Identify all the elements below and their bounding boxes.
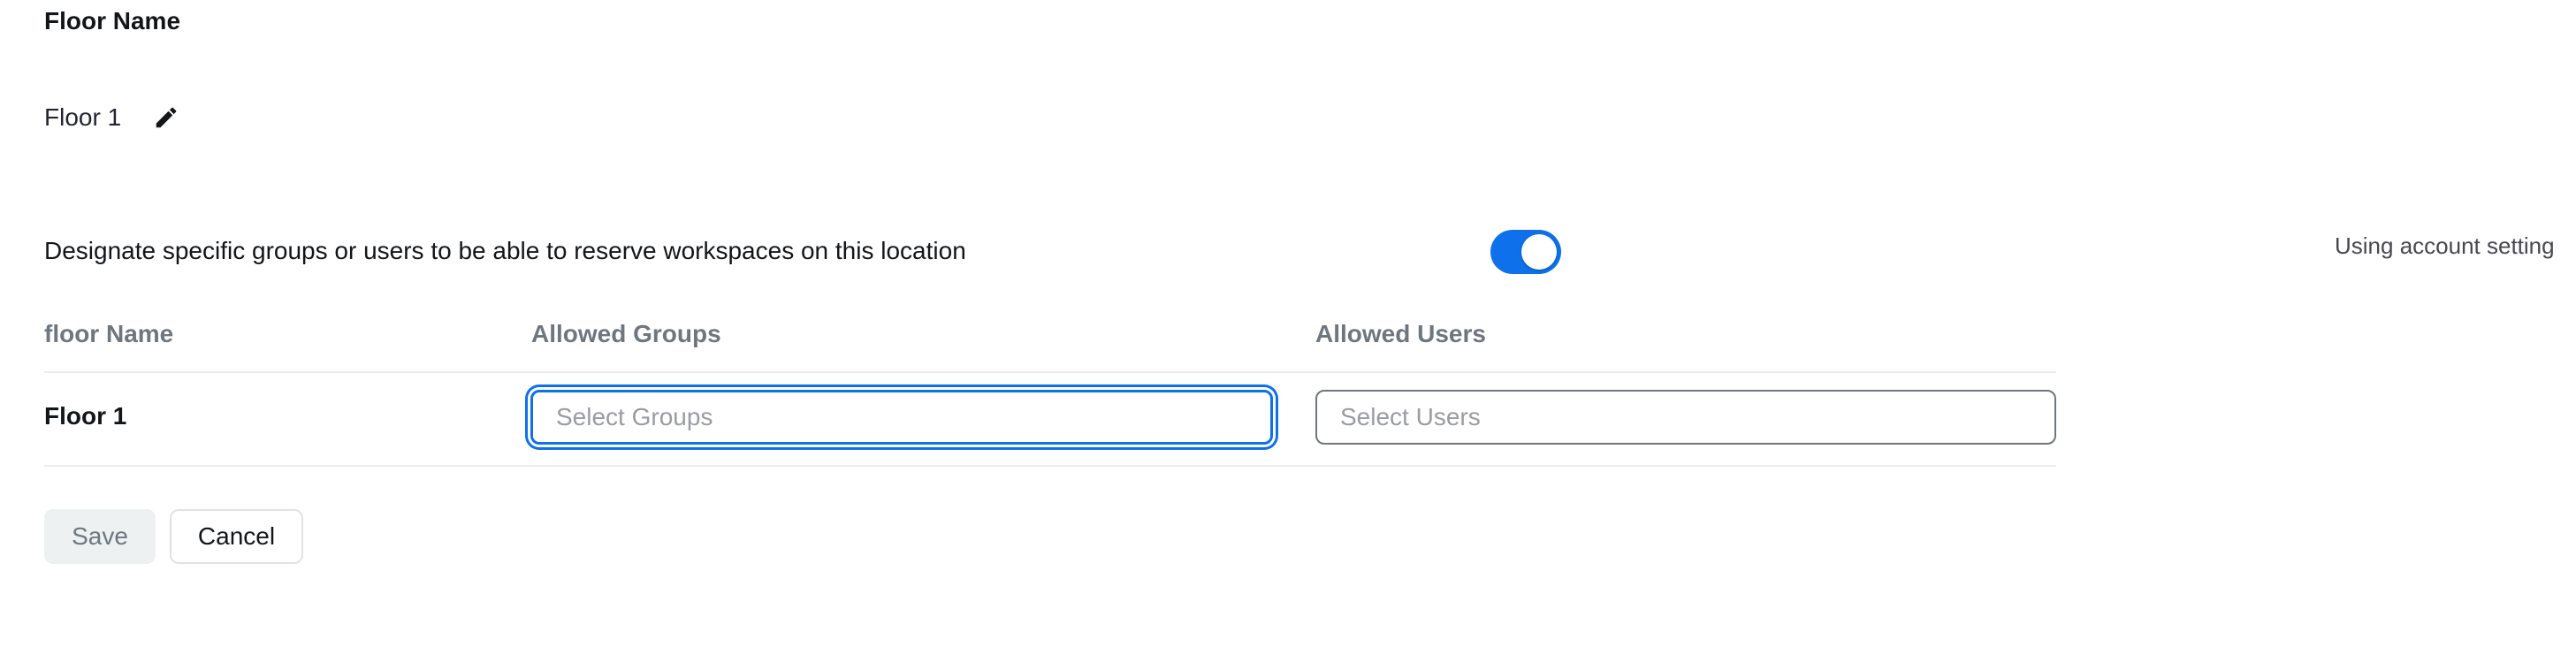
select-groups-input[interactable]: Select Groups: [530, 390, 1273, 445]
designate-toggle[interactable]: [1490, 230, 1561, 274]
column-header-allowed-users: Allowed Users: [1315, 320, 1486, 347]
floor-name-row: Floor 1: [44, 99, 181, 136]
toggle-knob: [1521, 234, 1557, 270]
cancel-button[interactable]: Cancel: [170, 509, 303, 564]
floor-name-label: Floor Name: [44, 7, 181, 34]
select-groups-placeholder: Select Groups: [556, 403, 713, 430]
column-header-allowed-groups: Allowed Groups: [531, 320, 721, 347]
select-users-input[interactable]: Select Users: [1315, 390, 2056, 445]
save-button[interactable]: Save: [44, 509, 156, 564]
column-header-floor-name: floor Name: [44, 320, 174, 347]
table-divider-top: [44, 371, 2056, 373]
select-users-placeholder: Select Users: [1340, 403, 1481, 430]
table-row-floor-name: Floor 1: [44, 402, 127, 430]
floor-name-value: Floor 1: [44, 103, 122, 131]
table-divider-bottom: [44, 465, 2056, 467]
designate-description: Designate specific groups or users to be…: [44, 237, 966, 264]
account-setting-status: Using account setting: [2335, 232, 2555, 259]
pencil-icon[interactable]: [151, 103, 181, 133]
